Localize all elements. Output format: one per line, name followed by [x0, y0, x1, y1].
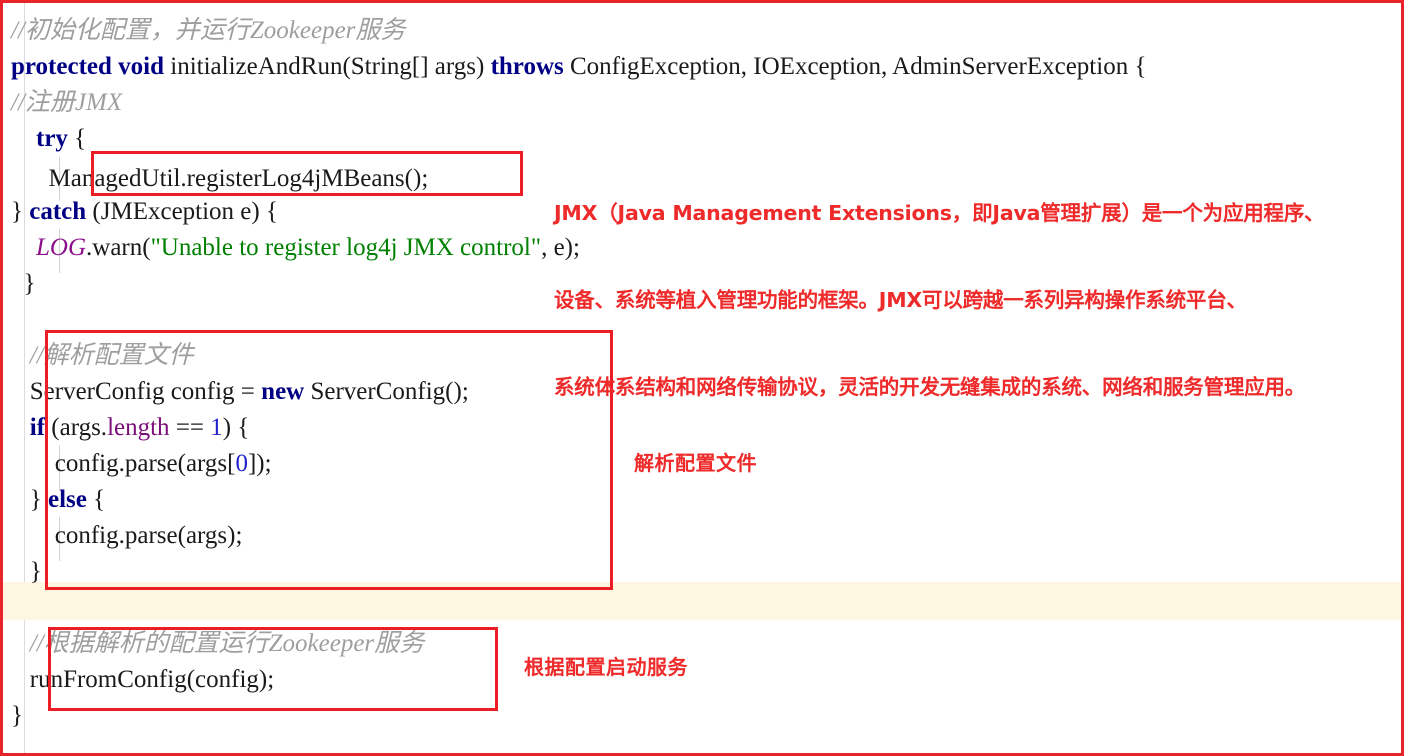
method-warn: .warn( — [86, 234, 151, 261]
try-catch-close-brace: } — [23, 270, 36, 297]
highlight-box-parse-config-file — [45, 330, 613, 590]
code-line-2[interactable]: protected void initializeAndRun(String[]… — [11, 49, 1146, 85]
comment-init-config: //初始化配置，并运行Zookeeper服务 — [11, 17, 406, 44]
code-line-6[interactable]: } catch (JMException e) { — [11, 194, 278, 230]
catch-close-brace: } — [11, 198, 30, 225]
code-line-7[interactable]: LOG.warn("Unable to register log4j JMX c… — [11, 230, 580, 266]
keyword-catch: catch — [29, 198, 87, 225]
highlight-box-run-from-config — [48, 627, 498, 711]
code-line-8[interactable]: } — [11, 266, 36, 302]
code-line-3[interactable]: //注册JMX — [11, 85, 122, 121]
keyword-void: void — [118, 53, 165, 80]
keyword-throws: throws — [490, 53, 564, 80]
annotation-jmx-line-2: 设备、系统等植入管理功能的框架。JMX可以跨越一系列异构操作系统平台、 — [554, 288, 1247, 312]
highlight-box-register-log4j-mbeans — [91, 151, 523, 196]
field-log: LOG — [36, 234, 87, 261]
comment-register-jmx: //注册JMX — [11, 89, 123, 116]
catch-params: (JMException e) { — [86, 198, 278, 225]
code-line-4[interactable]: try { — [11, 121, 86, 157]
keyword-if: if — [29, 414, 46, 441]
exception-list: ConfigException, IOException, AdminServe… — [563, 53, 1147, 80]
annotation-parse-config: 解析配置文件 — [634, 451, 757, 475]
annotation-jmx-line-3: 系统体系结构和网络传输协议，灵活的开发无缝集成的系统、网络和服务管理应用。 — [554, 375, 1306, 399]
annotation-jmx-line-1: JMX（Java Management Extensions，即Java管理扩展… — [554, 201, 1325, 225]
method-signature: initializeAndRun(String[] args) — [164, 53, 491, 80]
keyword-try: try — [36, 125, 68, 152]
keyword-protected: protected — [11, 53, 112, 80]
annotation-run-service: 根据配置启动服务 — [524, 655, 688, 679]
string-unable-to-register: "Unable to register log4j JMX control" — [150, 234, 542, 261]
code-line-20[interactable]: } — [11, 698, 23, 734]
code-line-1[interactable]: //初始化配置，并运行Zookeeper服务 — [11, 13, 405, 49]
screenshot-root: //初始化配置，并运行Zookeeper服务 protected void in… — [0, 0, 1404, 756]
code-editor-surface[interactable]: //初始化配置，并运行Zookeeper服务 protected void in… — [3, 3, 1401, 753]
code-line-16[interactable]: } — [11, 554, 42, 590]
try-open-brace: { — [67, 125, 87, 152]
annotation-jmx: JMX（Java Management Extensions，即Java管理扩展… — [554, 141, 1325, 460]
method-close-brace: } — [11, 702, 23, 729]
if-else-close-brace: } — [29, 558, 42, 585]
